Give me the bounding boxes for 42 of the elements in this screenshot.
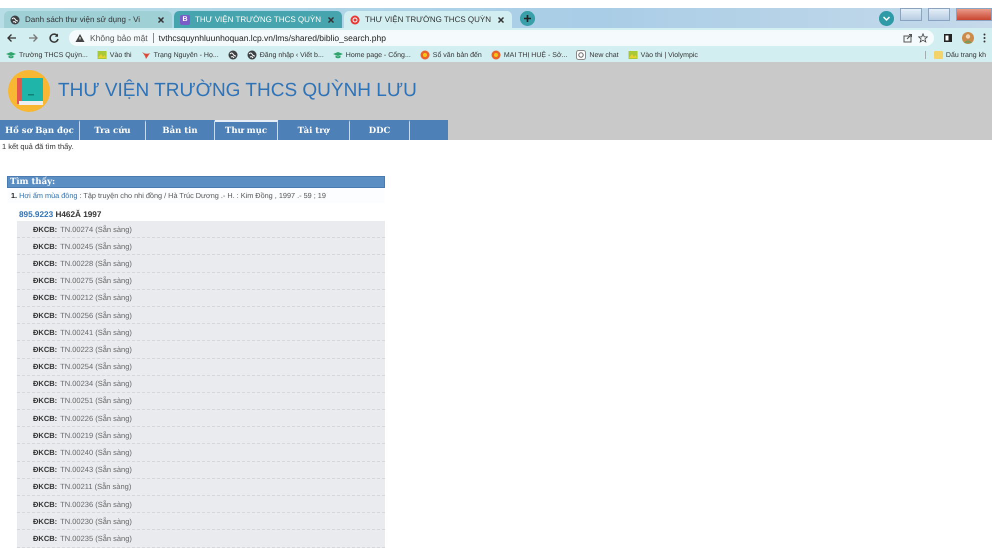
graduation-cap-icon — [6, 50, 16, 60]
nav-tab[interactable]: Thư mục — [215, 120, 278, 140]
menu-icon[interactable] — [983, 33, 986, 43]
close-icon[interactable] — [156, 14, 166, 24]
globe-icon — [246, 50, 257, 60]
nav-tab[interactable]: Tài trợ — [278, 120, 350, 140]
call-number-link[interactable]: 895.9223 — [19, 210, 54, 219]
share-icon[interactable] — [903, 33, 913, 43]
forward-icon[interactable] — [27, 32, 39, 44]
globe-icon — [10, 14, 20, 24]
close-icon[interactable] — [326, 14, 336, 24]
image-icon — [628, 50, 638, 60]
call-number: 895.9223 H462Ă 1997 — [18, 208, 102, 221]
back-icon[interactable] — [6, 32, 18, 44]
emblem-icon — [490, 50, 501, 60]
image-icon — [96, 50, 107, 60]
nav-tab[interactable]: DDC — [350, 120, 410, 140]
nav-tab[interactable]: Tra cứu — [80, 120, 146, 140]
url-text: tvthcsquynhluunhoquan.lcp.vn/lms/shared/biblio_search.php — [158, 33, 386, 43]
avatar-icon[interactable] — [962, 32, 974, 44]
warning-icon — [75, 33, 85, 43]
results-heading: Tìm thấy: — [7, 176, 385, 188]
browser-tab[interactable]: Danh sách thư viện sử dụng - Vi — [4, 11, 172, 28]
chevron-down-icon[interactable] — [879, 11, 894, 26]
globe-icon — [228, 50, 238, 60]
sidebar-icon[interactable] — [943, 33, 953, 43]
favicon-icon — [350, 14, 360, 24]
address-bar[interactable]: Không bảo mật tvthcsquynhluunhoquan.lcp.vn/lms/shared/biblio_search.php — [69, 30, 934, 46]
star-icon[interactable] — [918, 33, 928, 43]
site-title: THƯ VIỆN TRƯỜNG THCS QUỲNH LƯU — [58, 80, 417, 102]
bird-icon — [140, 50, 151, 60]
browser-tab[interactable]: THƯ VIỆN TRƯỜNG THCS QUỲN — [344, 11, 512, 28]
close-icon[interactable] — [496, 14, 506, 24]
new-tab-icon[interactable] — [520, 10, 535, 26]
emblem-icon — [420, 50, 430, 60]
reload-icon[interactable] — [48, 32, 60, 44]
nav-tab[interactable]: Bản tin — [146, 120, 215, 140]
chat-icon — [576, 50, 586, 60]
graduation-cap-icon — [332, 50, 343, 60]
book-logo — [8, 70, 50, 112]
nav-tab[interactable]: Hồ sơ Bạn đọc — [0, 120, 80, 140]
security-label: Không bảo mật — [90, 33, 148, 43]
